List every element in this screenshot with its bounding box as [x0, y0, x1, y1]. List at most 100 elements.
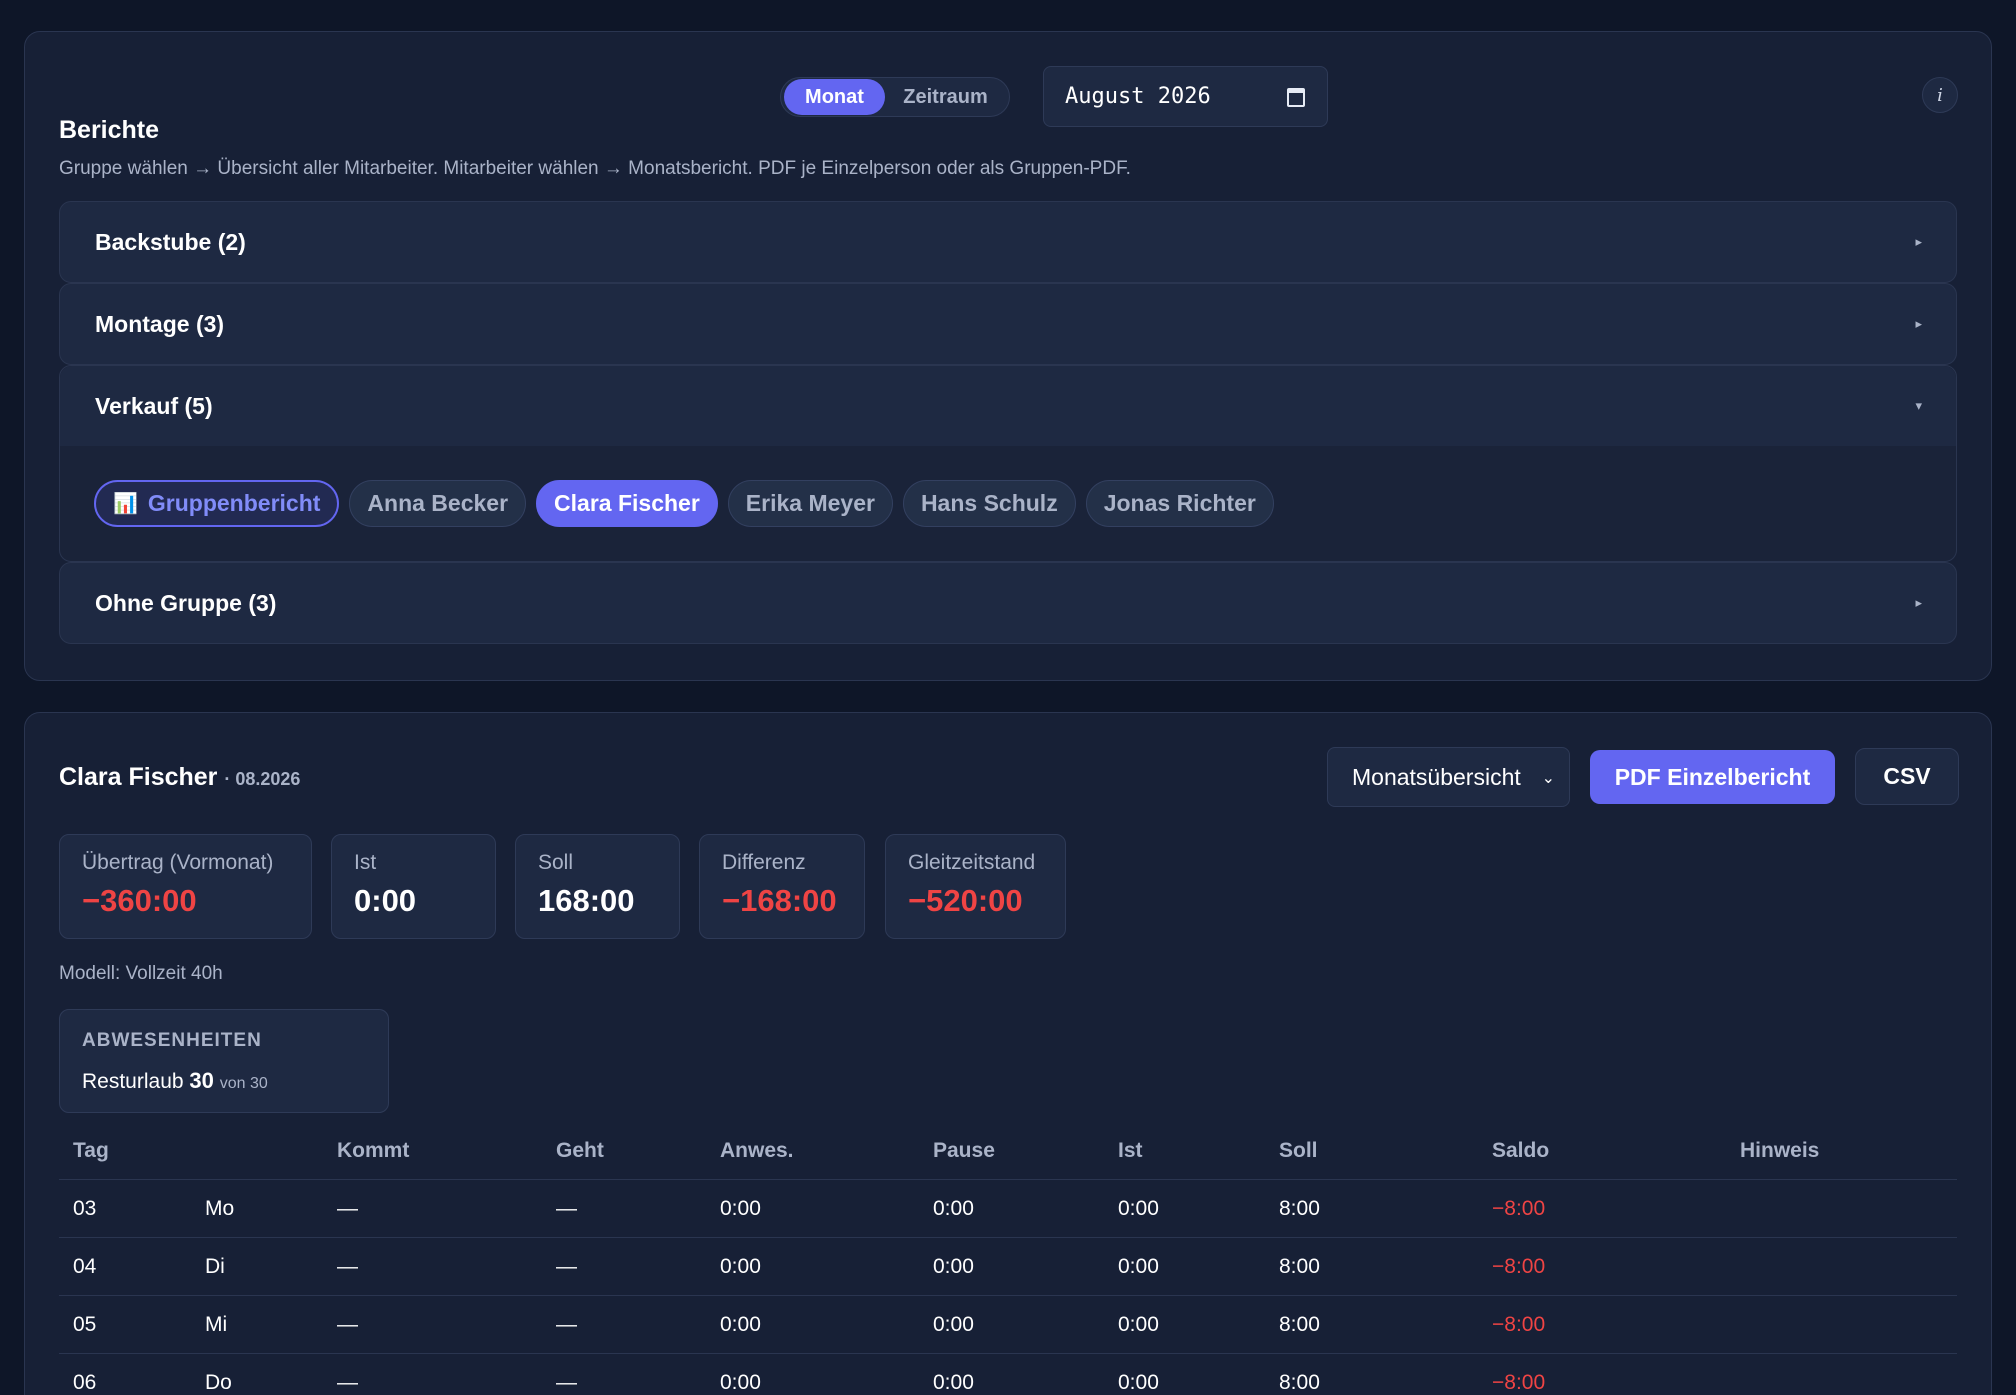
cell-ist: 0:00: [1118, 1312, 1159, 1336]
csv-export-button[interactable]: CSV: [1855, 748, 1959, 805]
cell-geht: —: [556, 1196, 577, 1220]
cell-ist: 0:00: [1118, 1196, 1159, 1220]
group-verkauf: Verkauf (5) ▾ 📊 Gruppenbericht Anna Beck…: [59, 365, 1957, 562]
month-picker[interactable]: August 2026: [1043, 66, 1328, 127]
reports-hint: Gruppe wählen → Übersicht aller Mitarbei…: [59, 158, 1131, 179]
person-chip-hans-schulz[interactable]: Hans Schulz: [902, 480, 1076, 527]
person-name: Clara Fischer: [59, 763, 218, 791]
table-row: 06 Do — — 0:00 0:00 0:00 8:00 −8:00: [59, 1354, 1957, 1395]
group-report-chip[interactable]: 📊 Gruppenbericht: [94, 480, 340, 527]
cell-pause: 0:00: [933, 1370, 974, 1394]
group-ohne-gruppe: Ohne Gruppe (3) ▸: [59, 562, 1957, 644]
month-picker-value: August 2026: [1065, 84, 1211, 109]
cell-geht: —: [556, 1312, 577, 1336]
stat-label: Ist: [354, 851, 377, 874]
cell-day: 05: [73, 1312, 97, 1336]
info-button[interactable]: i: [1922, 77, 1958, 113]
cell-saldo: −8:00: [1492, 1312, 1546, 1336]
cell-geht: —: [556, 1254, 577, 1278]
col-pause: Pause: [933, 1139, 995, 1162]
day-table: Tag Kommt Geht Anwes. Pause Ist Soll Sal…: [59, 1123, 1957, 1395]
cell-soll: 8:00: [1279, 1370, 1320, 1394]
cell-kommt: —: [337, 1370, 358, 1394]
cell-geht: —: [556, 1370, 577, 1394]
col-hinweis: Hinweis: [1740, 1139, 1820, 1162]
col-ist: Ist: [1118, 1139, 1143, 1162]
view-select-value: Monatsübersicht: [1352, 763, 1521, 790]
table-row: 03 Mo — — 0:00 0:00 0:00 8:00 −8:00: [59, 1180, 1957, 1238]
cell-soll: 8:00: [1279, 1312, 1320, 1336]
cell-pause: 0:00: [933, 1254, 974, 1278]
person-chip-clara-fischer[interactable]: Clara Fischer: [536, 480, 718, 527]
group-title: Backstube (2): [95, 228, 246, 255]
stat-differenz: Differenz −168:00: [699, 834, 865, 939]
col-kommt: Kommt: [337, 1139, 410, 1162]
cell-kommt: —: [337, 1254, 358, 1278]
stat-gleitzeitstand: Gleitzeitstand −520:00: [885, 834, 1066, 939]
cell-day: 06: [73, 1370, 97, 1394]
stat-value: −520:00: [908, 883, 1023, 918]
stat-value: 0:00: [354, 883, 417, 918]
caret-right-icon: ▸: [1915, 234, 1922, 249]
stat-label: Differenz: [722, 851, 806, 874]
stat-label: Gleitzeitstand: [908, 851, 1036, 874]
cell-ist: 0:00: [1118, 1254, 1159, 1278]
cell-anwes: 0:00: [720, 1254, 761, 1278]
cell-kommt: —: [337, 1196, 358, 1220]
cell-saldo: −8:00: [1492, 1370, 1546, 1394]
stat-carryover: Übertrag (Vormonat) −360:00: [59, 834, 312, 939]
cell-weekday: Di: [205, 1254, 225, 1278]
bar-chart-icon: 📊: [113, 493, 138, 515]
stat-label: Übertrag (Vormonat): [82, 851, 274, 874]
cell-anwes: 0:00: [720, 1312, 761, 1336]
cell-weekday: Mo: [205, 1196, 235, 1220]
col-saldo: Saldo: [1492, 1139, 1550, 1162]
group-backstube: Backstube (2) ▸: [59, 201, 1957, 283]
work-model: Modell: Vollzeit 40h: [59, 963, 223, 984]
group-header-montage[interactable]: Montage (3) ▸: [60, 284, 1956, 364]
cell-kommt: —: [337, 1312, 358, 1336]
col-soll: Soll: [1279, 1139, 1318, 1162]
cell-anwes: 0:00: [720, 1196, 761, 1220]
caret-right-icon: ▸: [1915, 316, 1922, 331]
table-header-row: Tag Kommt Geht Anwes. Pause Ist Soll Sal…: [59, 1123, 1957, 1180]
cell-anwes: 0:00: [720, 1370, 761, 1394]
absences-heading: ABWESENHEITEN: [82, 1030, 262, 1051]
person-chip-jonas-richter[interactable]: Jonas Richter: [1085, 480, 1274, 527]
stat-soll: Soll 168:00: [515, 834, 680, 939]
group-header-verkauf[interactable]: Verkauf (5) ▾: [60, 366, 1956, 446]
caret-down-icon: ▾: [1915, 398, 1922, 413]
group-montage: Montage (3) ▸: [59, 283, 1957, 365]
group-title: Montage (3): [95, 310, 225, 337]
group-header-ohne-gruppe[interactable]: Ohne Gruppe (3) ▸: [60, 563, 1956, 643]
person-chip-anna-becker[interactable]: Anna Becker: [349, 480, 527, 527]
stat-value: −168:00: [722, 883, 837, 918]
absences-box: ABWESENHEITEN Resturlaub 30 von 30: [59, 1009, 389, 1113]
col-anwes: Anwes.: [720, 1139, 794, 1162]
reports-title: Berichte: [59, 116, 160, 144]
group-header-backstube[interactable]: Backstube (2) ▸: [60, 202, 1956, 282]
tab-monat[interactable]: Monat: [784, 79, 885, 115]
cell-pause: 0:00: [933, 1312, 974, 1336]
reports-card: Berichte Monat Zeitraum August 2026 i Gr…: [24, 31, 1992, 681]
pdf-single-report-button[interactable]: PDF Einzelbericht: [1590, 750, 1835, 804]
group-title: Verkauf (5): [95, 392, 213, 419]
cell-ist: 0:00: [1118, 1370, 1159, 1394]
mode-toggle: Monat Zeitraum: [780, 77, 1010, 117]
group-title: Ohne Gruppe (3): [95, 589, 277, 616]
stat-ist: Ist 0:00: [331, 834, 496, 939]
col-geht: Geht: [556, 1139, 604, 1162]
cell-day: 03: [73, 1196, 97, 1220]
stat-label: Soll: [538, 851, 574, 874]
info-icon: i: [1937, 84, 1943, 106]
person-chip-erika-meyer[interactable]: Erika Meyer: [727, 480, 893, 527]
vacation-label: Resturlaub: [82, 1070, 184, 1093]
vacation-value: 30: [189, 1068, 214, 1093]
stat-value: 168:00: [538, 883, 635, 918]
tab-zeitraum[interactable]: Zeitraum: [885, 79, 1006, 115]
cell-saldo: −8:00: [1492, 1196, 1546, 1220]
view-select[interactable]: Monatsübersicht ⌄: [1327, 747, 1570, 807]
cell-pause: 0:00: [933, 1196, 974, 1220]
calendar-icon[interactable]: [1287, 88, 1305, 107]
stat-value: −360:00: [82, 883, 197, 918]
